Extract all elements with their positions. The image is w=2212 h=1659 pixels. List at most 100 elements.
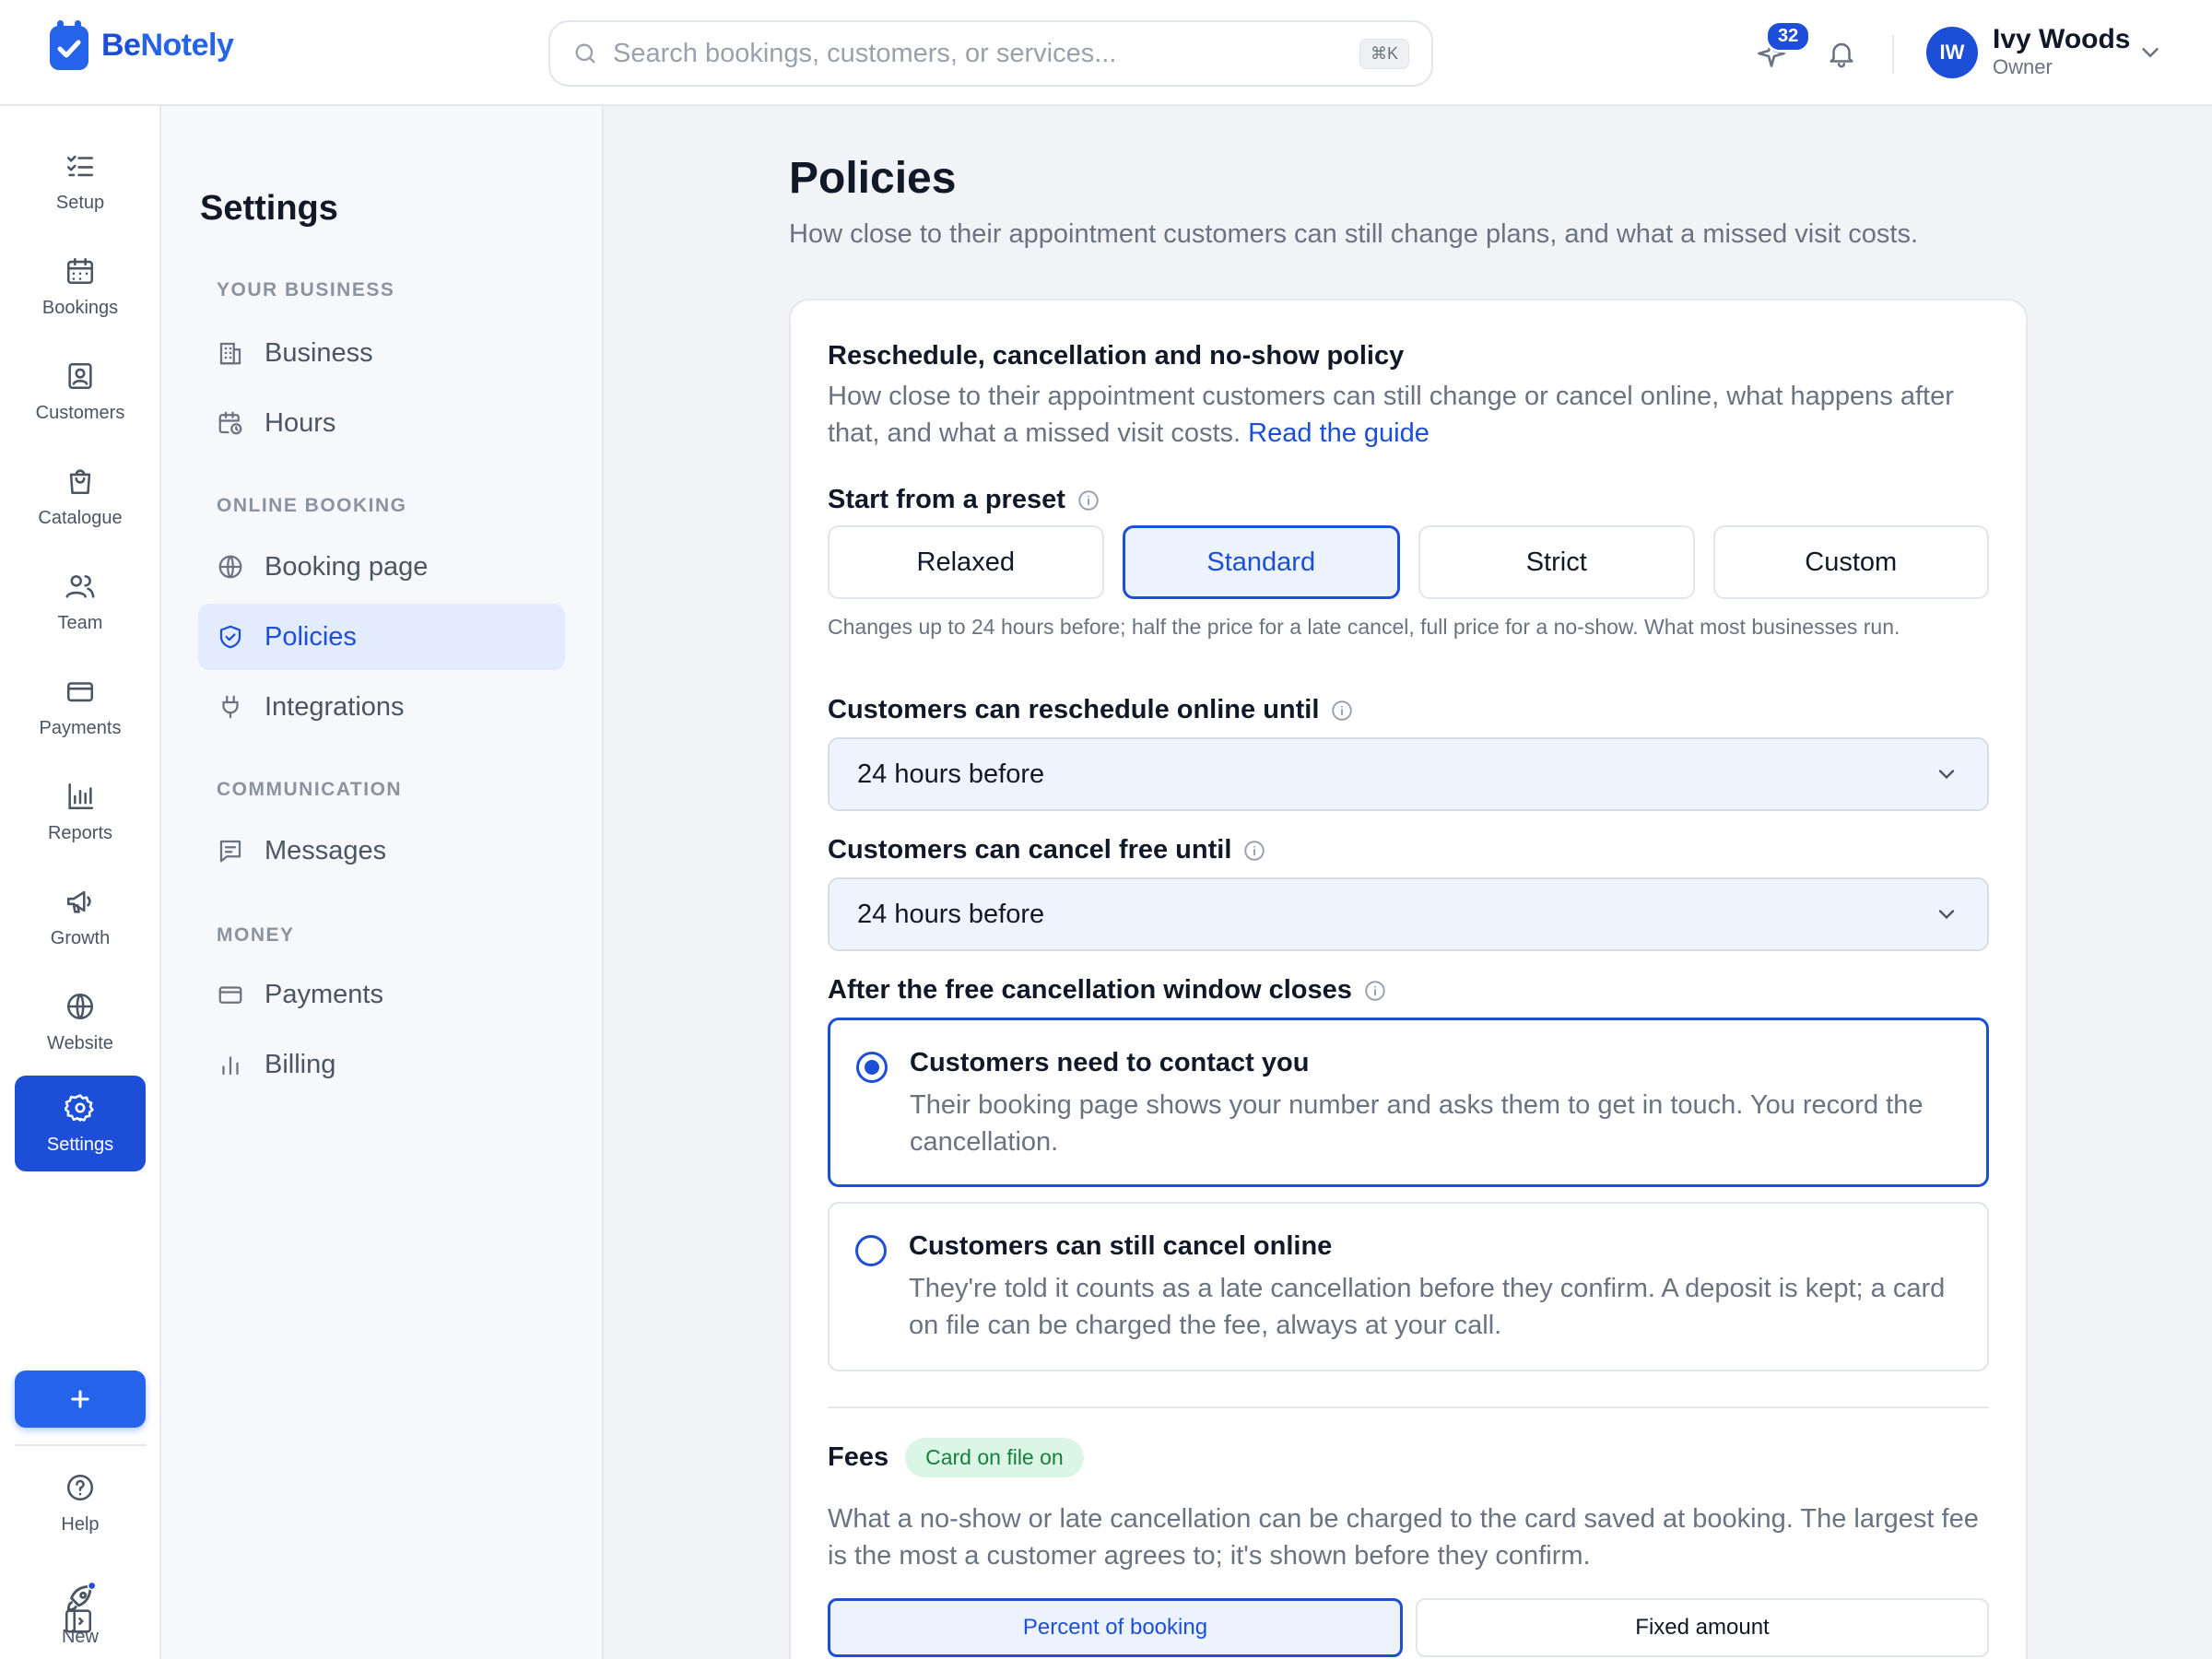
settings-item-business[interactable]: Business bbox=[198, 320, 565, 386]
brand-logo[interactable]: BeNotely bbox=[46, 18, 234, 72]
settings-item-booking-page[interactable]: Booking page bbox=[198, 534, 565, 600]
search-icon bbox=[575, 43, 595, 64]
cancel-select[interactable]: 24 hours before bbox=[828, 877, 1989, 951]
radio-button[interactable] bbox=[855, 1235, 887, 1266]
fee-mode-toggle: Percent of booking Fixed amount bbox=[828, 1598, 1989, 1657]
after-window-label-text: After the free cancellation window close… bbox=[828, 975, 1352, 1005]
section-divider bbox=[828, 1406, 1989, 1408]
settings-item-policies[interactable]: Policies bbox=[198, 604, 565, 670]
rail-item-customers[interactable]: Customers bbox=[15, 344, 146, 440]
contact-card-icon bbox=[68, 362, 92, 389]
header-divider bbox=[1892, 35, 1894, 74]
rail-item-setup[interactable]: Setup bbox=[15, 134, 146, 229]
brand-name: BeNotely bbox=[101, 27, 234, 63]
preset-label: Start from a preset bbox=[828, 485, 1100, 515]
page-title: Policies bbox=[789, 154, 957, 203]
policy-section-title: Reschedule, cancellation and no-show pol… bbox=[828, 341, 1405, 371]
rail-item-catalogue[interactable]: Catalogue bbox=[15, 449, 146, 545]
settings-item-label: Billing bbox=[265, 1049, 336, 1079]
search-placeholder: Search bookings, customers, or services.… bbox=[613, 38, 1117, 68]
rail-item-settings[interactable]: Settings bbox=[15, 1076, 146, 1171]
settings-item-integrations[interactable]: Integrations bbox=[198, 674, 565, 740]
rail-item-website[interactable]: Website bbox=[15, 974, 146, 1070]
collapse-sidebar-button[interactable] bbox=[63, 1606, 94, 1637]
bar-chart-icon bbox=[68, 782, 94, 809]
preset-group: Relaxed Standard Strict Custom bbox=[828, 525, 1989, 599]
quick-create-button[interactable] bbox=[15, 1371, 146, 1428]
read-guide-link[interactable]: Read the guide bbox=[1248, 418, 1430, 448]
avatar[interactable]: IW bbox=[1926, 27, 1978, 78]
rail-item-bookings[interactable]: Bookings bbox=[15, 239, 146, 335]
notification-count-badge: 32 bbox=[1765, 20, 1812, 53]
rail-item-growth[interactable]: Growth bbox=[15, 869, 146, 965]
rail-divider bbox=[15, 1444, 146, 1446]
sidebar-toggle-icon bbox=[65, 1609, 92, 1633]
credit-card-icon bbox=[66, 681, 94, 701]
settings-item-billing[interactable]: Billing bbox=[198, 1031, 565, 1098]
logo-icon bbox=[50, 20, 88, 70]
user-menu-toggle[interactable] bbox=[2136, 39, 2164, 66]
globe-icon bbox=[66, 993, 94, 1019]
option-contact-you[interactable]: Customers need to contact you Their book… bbox=[828, 1018, 1989, 1187]
status-badge: Card on file on bbox=[905, 1438, 1084, 1477]
cancel-select-value: 24 hours before bbox=[857, 899, 1045, 929]
option-title: Customers can still cancel online bbox=[909, 1231, 1333, 1261]
info-icon[interactable] bbox=[1077, 488, 1100, 512]
search-shortcut: ⌘K bbox=[1359, 38, 1409, 69]
preset-label-text: Start from a preset bbox=[828, 485, 1065, 514]
cancel-label: Customers can cancel free until bbox=[828, 835, 1266, 865]
nav-section-title: MONEY bbox=[217, 924, 295, 946]
fixed-amount-button[interactable]: Fixed amount bbox=[1416, 1598, 1989, 1657]
rail-label: Growth bbox=[50, 927, 111, 948]
credit-card-icon bbox=[218, 986, 242, 1004]
radio-button[interactable] bbox=[856, 1052, 888, 1083]
search-input[interactable]: Search bookings, customers, or services.… bbox=[548, 20, 1433, 87]
settings-item-payments[interactable]: Payments bbox=[198, 961, 565, 1028]
settings-item-label: Booking page bbox=[265, 551, 429, 582]
cancel-label-text: Customers can cancel free until bbox=[828, 835, 1232, 865]
reschedule-label-text: Customers can reschedule online until bbox=[828, 695, 1320, 724]
info-icon[interactable] bbox=[1242, 839, 1266, 863]
preset-custom-button[interactable]: Custom bbox=[1712, 525, 1989, 599]
help-circle-icon bbox=[66, 1474, 94, 1500]
gear-icon bbox=[65, 1093, 94, 1122]
user-name[interactable]: Ivy Woods bbox=[1993, 24, 2130, 55]
settings-item-label: Policies bbox=[265, 621, 357, 652]
globe-icon bbox=[218, 555, 242, 579]
rail-item-reports[interactable]: Reports bbox=[15, 764, 146, 860]
plus-icon bbox=[71, 1390, 89, 1408]
option-cancel-online[interactable]: Customers can still cancel online They'r… bbox=[828, 1202, 1989, 1371]
settings-sidebar: Settings YOUR BUSINESS Business Hours ON… bbox=[161, 106, 604, 1659]
rail-item-team[interactable]: Team bbox=[15, 554, 146, 650]
settings-item-label: Payments bbox=[265, 979, 383, 1009]
fees-header: Fees Card on file on bbox=[828, 1438, 1084, 1477]
rail-item-help[interactable]: Help bbox=[15, 1457, 146, 1549]
plug-icon bbox=[222, 695, 239, 719]
settings-item-messages[interactable]: Messages bbox=[198, 818, 565, 884]
nav-section-title: ONLINE BOOKING bbox=[217, 495, 407, 516]
notifications-button[interactable] bbox=[1821, 33, 1862, 74]
rail-label: Customers bbox=[35, 402, 125, 423]
reschedule-select-value: 24 hours before bbox=[857, 759, 1045, 789]
rail-label: Reports bbox=[47, 822, 113, 843]
building-icon bbox=[219, 342, 241, 365]
reschedule-select[interactable]: 24 hours before bbox=[828, 737, 1989, 811]
info-icon[interactable] bbox=[1363, 979, 1387, 1003]
preset-standard-button[interactable]: Standard bbox=[1122, 525, 1400, 599]
fees-description: What a no-show or late cancellation can … bbox=[828, 1504, 1979, 1571]
message-icon bbox=[219, 840, 241, 863]
settings-item-hours[interactable]: Hours bbox=[198, 390, 565, 456]
preset-relaxed-button[interactable]: Relaxed bbox=[828, 525, 1104, 599]
preset-strict-button[interactable]: Strict bbox=[1418, 525, 1695, 599]
percent-of-booking-button[interactable]: Percent of booking bbox=[828, 1598, 1403, 1657]
calendar-clock-icon bbox=[218, 411, 242, 435]
rail-item-payments[interactable]: Payments bbox=[15, 659, 146, 755]
option-title: Customers need to contact you bbox=[910, 1048, 1310, 1077]
settings-title: Settings bbox=[200, 189, 338, 228]
settings-item-label: Hours bbox=[265, 407, 336, 438]
rail-label: Bookings bbox=[41, 297, 119, 318]
info-icon[interactable] bbox=[1330, 699, 1354, 723]
policy-section-description: How close to their appointment customers… bbox=[828, 378, 1989, 452]
app-rail: Setup Bookings Customers Catalogue Team … bbox=[0, 106, 161, 1659]
rail-label: Catalogue bbox=[38, 507, 123, 528]
